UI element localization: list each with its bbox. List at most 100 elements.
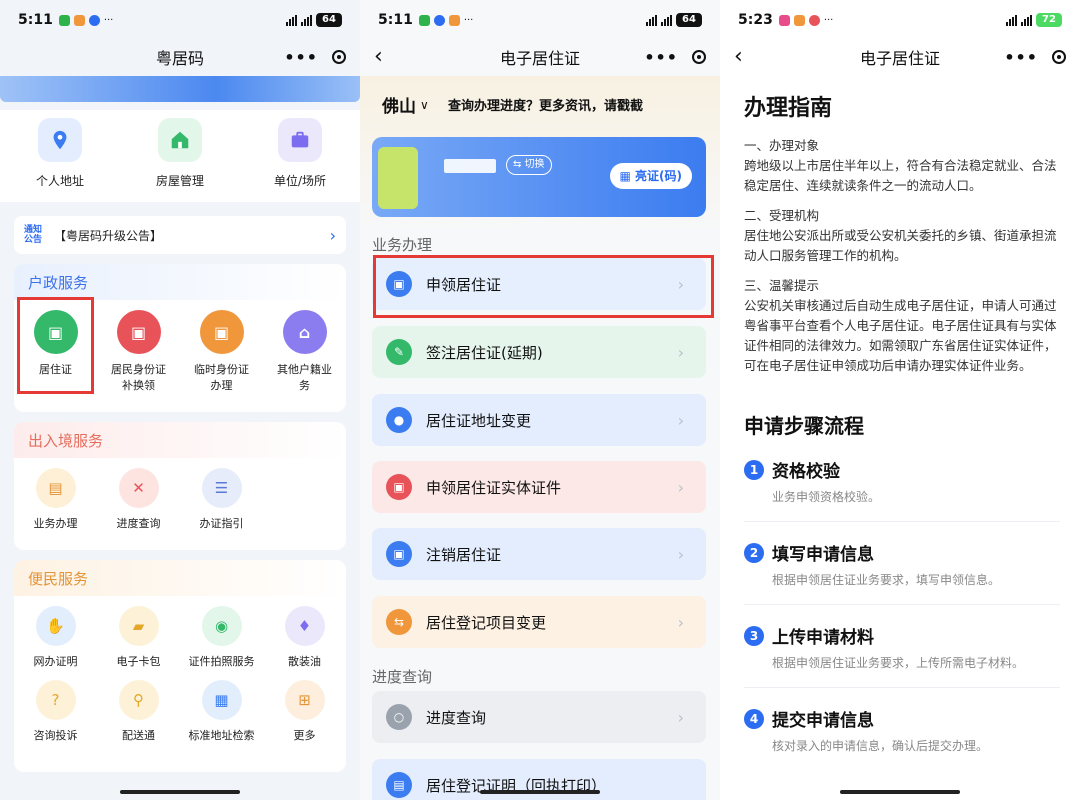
- battery-icon: 64: [316, 13, 342, 27]
- app-notification-icon: [778, 14, 790, 26]
- nav-bar: ‹ 电子居住证 •••: [720, 40, 1080, 74]
- map-icon: ▦: [201, 680, 242, 720]
- highlight-box: [17, 297, 94, 394]
- switch-button[interactable]: ⇆ 切换: [506, 155, 552, 175]
- step-number-icon: 1: [744, 459, 764, 480]
- briefcase-icon: [278, 118, 322, 162]
- signal-icon: [661, 14, 672, 26]
- step-item: 2 填写申请信息 根据申领居住证业务要求，填写申领信息。: [744, 540, 1060, 605]
- page-title: 电子居住证: [499, 49, 580, 68]
- home-indicator[interactable]: [480, 790, 600, 794]
- service-id-photo[interactable]: ◉ 证件拍照服务: [180, 596, 263, 670]
- id-card-icon: ▣: [199, 310, 244, 354]
- service-business-handling[interactable]: ▤ 业务办理: [14, 458, 97, 532]
- wallet-icon: ▰: [118, 606, 159, 646]
- service-id-card-replace[interactable]: ▣ 居民身份证 补换领: [97, 300, 180, 394]
- service-delivery[interactable]: ⚲ 配送通: [97, 670, 180, 744]
- step-item: 1 资格校验 业务申领资格校验。: [744, 457, 1060, 522]
- upgrade-notice[interactable]: 通知 公告 【粤居码升级公告】 ›: [14, 216, 346, 254]
- status-time: 5:11: [18, 12, 53, 28]
- guide-title: 办理指南: [744, 96, 833, 121]
- app-notification-icon: [58, 14, 70, 26]
- home-indicator[interactable]: [120, 790, 240, 794]
- section-progress: 进度查询: [372, 668, 433, 686]
- battery-icon: 72: [1036, 13, 1062, 27]
- holder-name-redacted: [444, 159, 496, 173]
- service-extend-permit[interactable]: ✎ 签注居住证(延期) ›: [372, 326, 706, 378]
- screen-yue-ju-ma: 5:11 ··· 64 粤居码 ••• 个人地址 房屋管理 单位/场所 通知 公…: [0, 0, 360, 800]
- house-icon: [158, 118, 202, 162]
- service-permit-guide[interactable]: ☰ 办证指引: [180, 458, 263, 532]
- back-arrow-icon[interactable]: ‹: [374, 46, 383, 68]
- grid-icon: ⊞: [284, 680, 325, 720]
- service-temporary-id[interactable]: ▣ 临时身份证 办理: [180, 300, 263, 394]
- signal-icon: [1006, 14, 1017, 26]
- more-menu-icon[interactable]: •••: [284, 48, 318, 67]
- service-more[interactable]: ⊞ 更多: [263, 670, 346, 744]
- residence-permit-card[interactable]: ⇆ 切换 ▦ 亮证(码): [372, 137, 706, 217]
- back-arrow-icon[interactable]: ‹: [734, 46, 743, 68]
- show-permit-button[interactable]: ▦ 亮证(码): [609, 163, 692, 189]
- certificate-icon: ✋: [35, 606, 76, 646]
- more-menu-icon[interactable]: •••: [1004, 48, 1038, 67]
- page-title: 电子居住证: [859, 49, 940, 68]
- service-progress-query[interactable]: ✕ 进度查询: [97, 458, 180, 532]
- close-mini-program-icon[interactable]: [692, 50, 706, 64]
- service-cancel-permit[interactable]: ▣ 注销居住证 ›: [372, 528, 706, 580]
- scooter-icon: ⚲: [118, 680, 159, 720]
- section-title: 户政服务: [14, 264, 346, 300]
- service-consult-complaint[interactable]: ? 咨询投诉: [14, 670, 97, 744]
- top-banner[interactable]: [0, 76, 360, 102]
- service-registration-change[interactable]: ⇆ 居住登记项目变更 ›: [372, 596, 706, 648]
- service-address-change[interactable]: ● 居住证地址变更 ›: [372, 394, 706, 446]
- chevron-right-icon: ›: [677, 410, 684, 430]
- page-title: 粤居码: [155, 49, 204, 68]
- service-address-search[interactable]: ▦ 标准地址检索: [180, 670, 263, 744]
- app-notification-icon: [73, 14, 85, 26]
- steps-section: 申请步骤流程 1 资格校验 业务申领资格校验。 2 填写申请信息 根据申领居住证业务…: [744, 410, 1060, 754]
- guide-subtitle: 一、办理对象: [744, 138, 820, 153]
- quick-item-unit-venue[interactable]: 单位/场所: [245, 110, 355, 202]
- exit-entry-services-card: 出入境服务 ▤ 业务办理 ✕ 进度查询 ☰ 办证指引: [14, 422, 346, 550]
- status-time: 5:23: [738, 12, 773, 28]
- divider: [744, 604, 1060, 605]
- service-physical-permit[interactable]: ▣ 申领居住证实体证件 ›: [372, 461, 706, 513]
- location-pin-icon: ●: [386, 407, 412, 433]
- camera-icon: ◉: [201, 606, 242, 646]
- sign-icon: ✎: [386, 339, 412, 365]
- print-icon: ▤: [386, 772, 412, 798]
- signal-icon: [646, 14, 657, 26]
- more-menu-icon[interactable]: •••: [644, 48, 678, 67]
- city-selector[interactable]: 佛山 ∨: [382, 92, 429, 117]
- section-title: 便民服务: [14, 560, 346, 596]
- id-card-icon: ▣: [116, 310, 161, 354]
- service-bulk-oil[interactable]: ♦ 散装油: [263, 596, 346, 670]
- search-icon: ○: [386, 704, 412, 730]
- cancel-document-icon: ✕: [118, 468, 159, 508]
- guide-section: 办理指南 一、办理对象 跨地级以上市居住半年以上，符合有合法稳定就业、合法稳定居…: [744, 90, 1060, 376]
- close-mini-program-icon[interactable]: [1052, 50, 1066, 64]
- service-e-wallet[interactable]: ▰ 电子卡包: [97, 596, 180, 670]
- service-online-certificate[interactable]: ✋ 网办证明: [14, 596, 97, 670]
- location-pin-icon: [38, 118, 82, 162]
- service-progress-query[interactable]: ○ 进度查询 ›: [372, 691, 706, 743]
- more-notifications-icon: ···: [463, 14, 474, 26]
- service-other-household[interactable]: ⌂ 其他户籍业务: [263, 300, 346, 394]
- highlight-box: [373, 255, 714, 318]
- home-indicator[interactable]: [840, 790, 960, 794]
- chevron-down-icon: ∨: [420, 97, 429, 112]
- oil-drop-icon: ♦: [284, 606, 325, 646]
- app-notification-icon: [433, 14, 445, 26]
- quick-item-personal-address[interactable]: 个人地址: [5, 110, 115, 202]
- id-card-icon: ▣: [386, 541, 412, 567]
- mini-program-capsule: •••: [284, 48, 346, 67]
- chevron-right-icon: ›: [677, 707, 684, 727]
- app-notification-icon: [418, 14, 430, 26]
- quick-item-house-management[interactable]: 房屋管理: [125, 110, 235, 202]
- step-number-icon: 2: [744, 542, 764, 563]
- divider: [744, 687, 1060, 688]
- notice-text: 【粤居码升级公告】: [54, 228, 163, 243]
- step-item: 4 提交申请信息 核对录入的申请信息，确认后提交办理。: [744, 706, 1060, 754]
- close-mini-program-icon[interactable]: [332, 50, 346, 64]
- marquee-notice[interactable]: 查询办理进度？更多资讯，请戳截: [448, 95, 720, 114]
